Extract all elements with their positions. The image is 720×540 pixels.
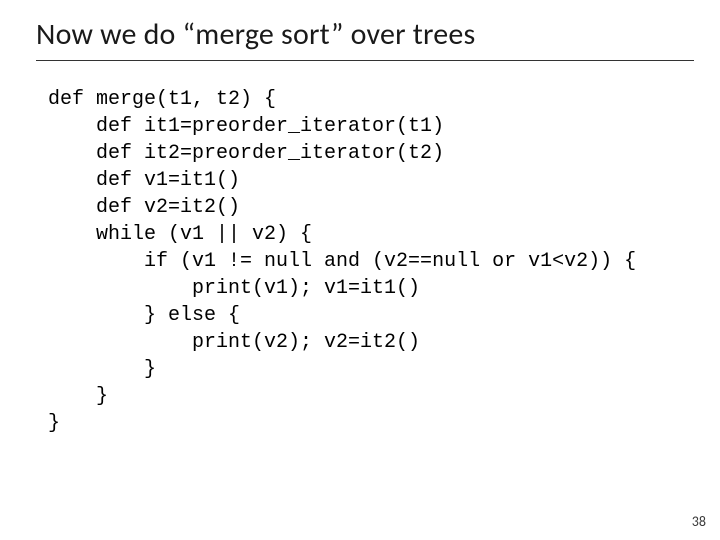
code-line: } [48, 412, 60, 435]
code-line: print(v2); v2=it2() [48, 331, 420, 354]
code-block: def merge(t1, t2) { def it1=preorder_ite… [48, 86, 636, 437]
code-line: def merge(t1, t2) { [48, 88, 276, 111]
code-line: def it2=preorder_iterator(t2) [48, 142, 444, 165]
code-line: def it1=preorder_iterator(t1) [48, 115, 444, 138]
page-number: 38 [692, 513, 706, 530]
code-line: print(v1); v1=it1() [48, 277, 420, 300]
code-line: if (v1 != null and (v2==null or v1<v2)) … [48, 250, 636, 273]
slide: Now we do “merge sort” over trees def me… [0, 0, 720, 540]
code-line: } else { [48, 304, 240, 327]
code-line: def v1=it1() [48, 169, 240, 192]
code-line: def v2=it2() [48, 196, 240, 219]
code-line: while (v1 || v2) { [48, 223, 312, 246]
code-line: } [48, 358, 156, 381]
slide-title: Now we do “merge sort” over trees [36, 18, 684, 53]
title-underline [36, 60, 694, 61]
code-line: } [48, 385, 108, 408]
